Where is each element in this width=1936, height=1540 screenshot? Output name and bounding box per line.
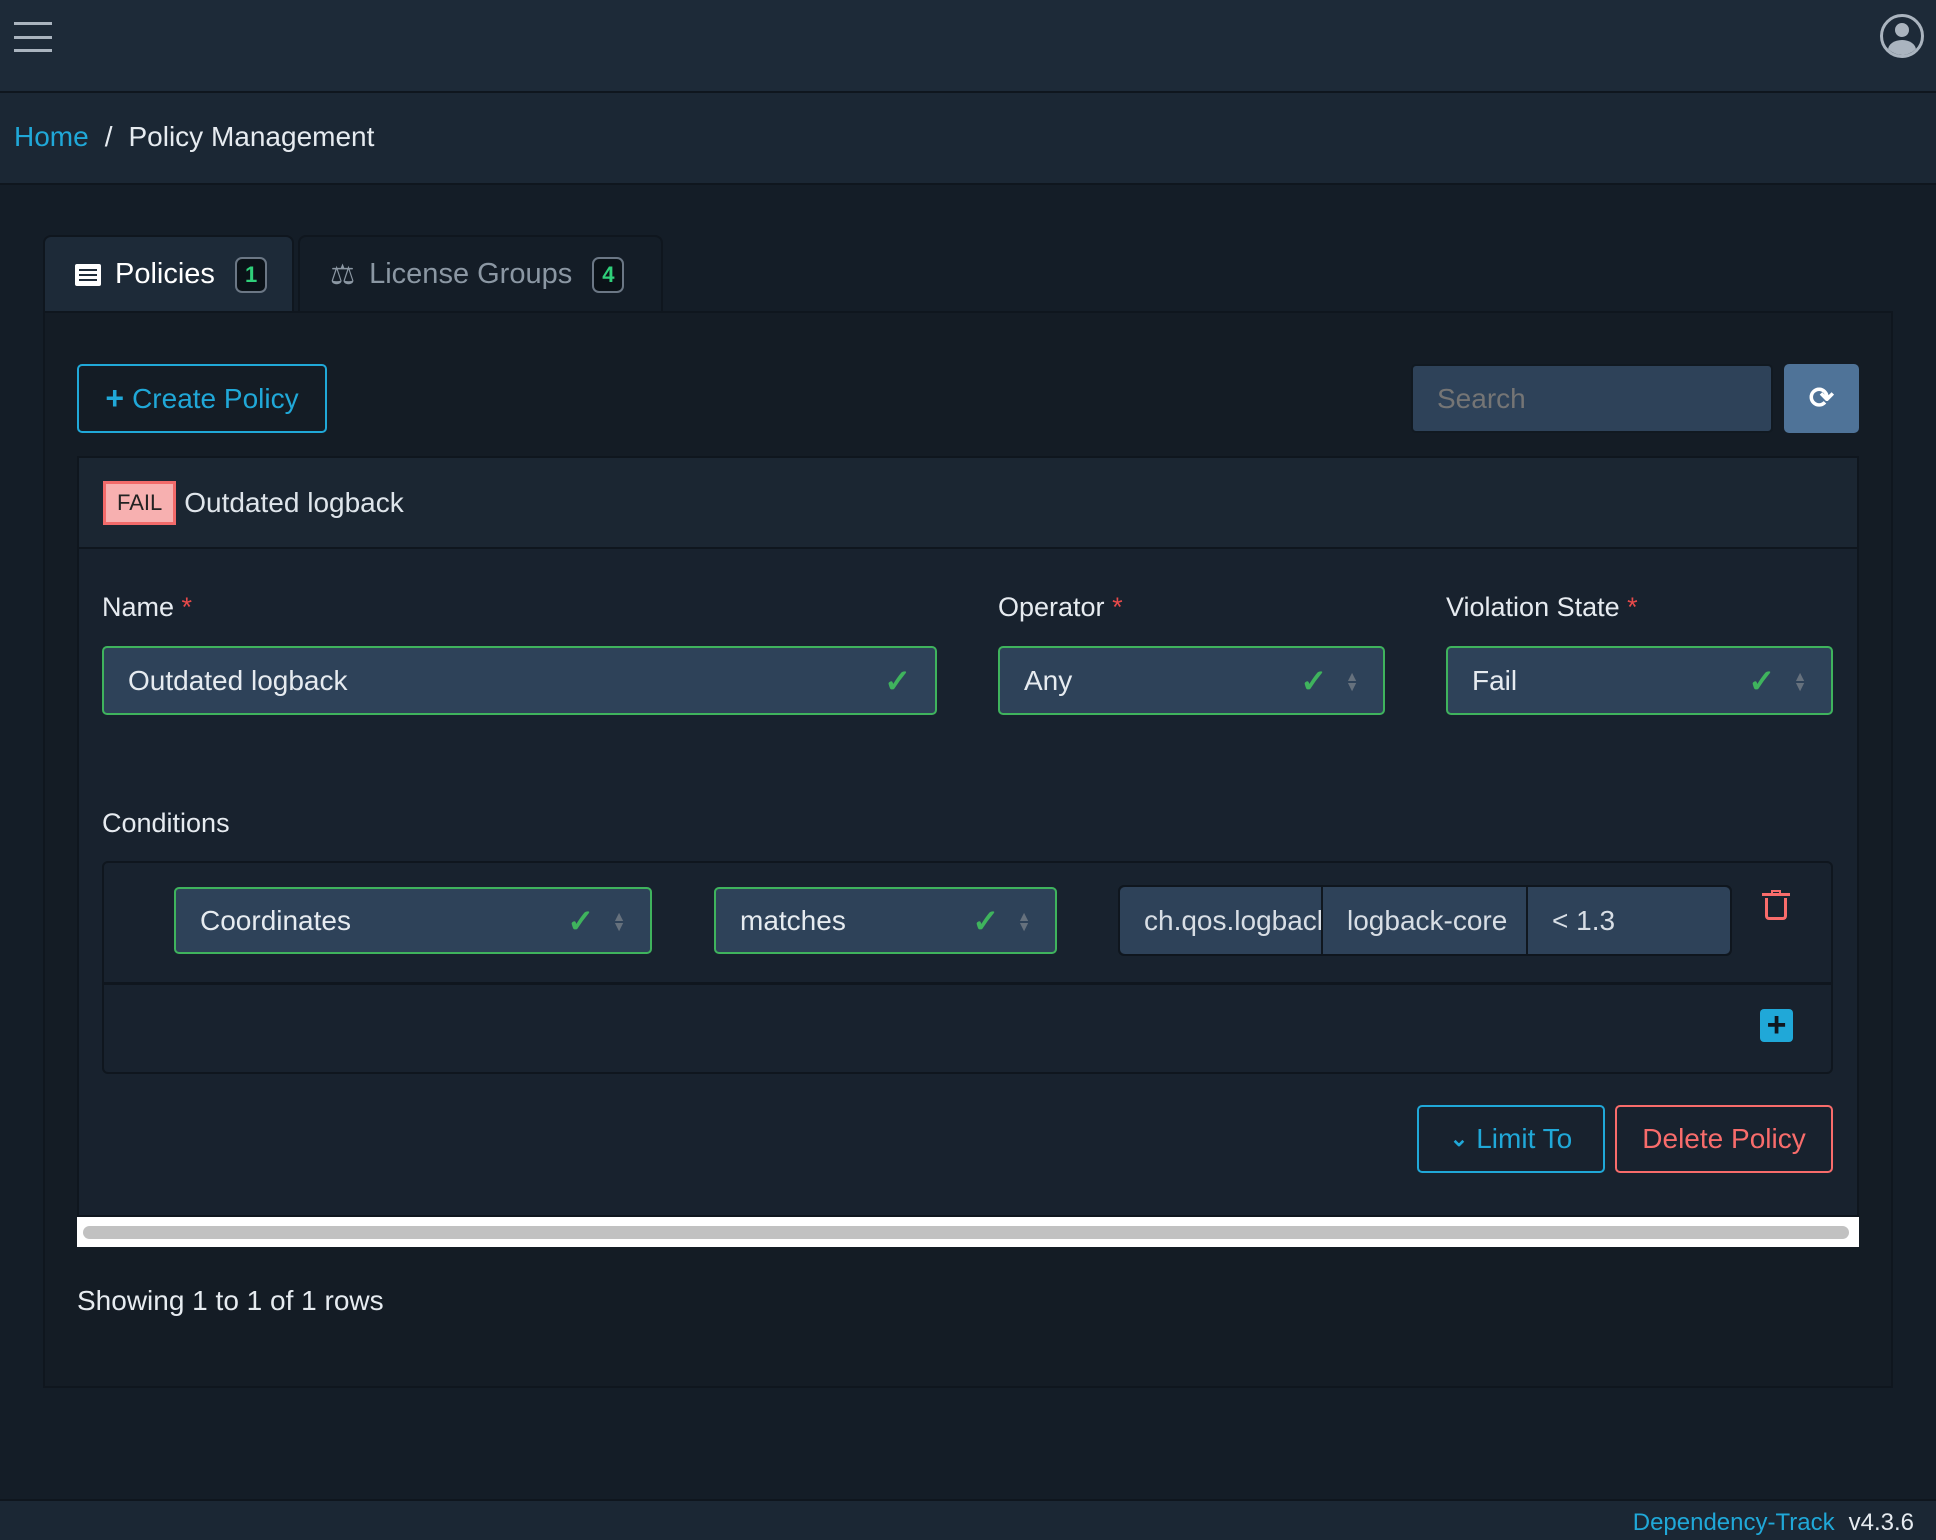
hamburger-menu-icon[interactable]	[14, 22, 52, 52]
condition-operator-value: matches	[740, 904, 846, 936]
conditions-label: Conditions	[102, 808, 230, 838]
tab-label: Policies	[115, 258, 215, 290]
refresh-icon: ⟳	[1808, 382, 1835, 415]
footer: Dependency-Track v4.3.6	[0, 1499, 1936, 1540]
policy-title: Outdated logback	[184, 486, 404, 518]
policy-card-header[interactable]: FAIL Outdated logback	[79, 458, 1857, 549]
tab-label: License Groups	[369, 258, 573, 290]
select-arrows-icon: ▲ ▼	[612, 907, 626, 934]
valid-check-icon: ✓	[1300, 662, 1328, 699]
condition-subject-select[interactable]: Coordinates ✓ ▲ ▼	[174, 887, 652, 954]
policy-card: FAIL Outdated logback	[77, 456, 1859, 1217]
operator-value: Any	[1024, 664, 1073, 696]
plus-icon: +	[105, 380, 125, 416]
top-navbar	[0, 0, 1936, 93]
footer-version: v4.3.6	[1848, 1509, 1914, 1536]
tab-policies[interactable]: Policies 1	[43, 235, 294, 312]
create-policy-label: Create Policy	[132, 382, 299, 414]
limit-to-button[interactable]: ⌄ Limit To	[1417, 1105, 1605, 1173]
breadcrumb-home-link[interactable]: Home	[14, 121, 89, 153]
select-arrows-icon: ▲ ▼	[1017, 907, 1031, 934]
select-arrows-icon: ▲ ▼	[1345, 667, 1359, 694]
horizontal-scrollbar[interactable]	[77, 1217, 1859, 1247]
violation-state-label: Violation State *	[1446, 592, 1638, 622]
coordinates-group-input[interactable]: ch.qos.logback	[1120, 887, 1323, 954]
coordinates-version-input[interactable]: < 1.3	[1528, 887, 1730, 954]
select-arrows-icon: ▲ ▼	[1793, 667, 1807, 694]
pagination-summary: Showing 1 to 1 of 1 rows	[77, 1285, 384, 1316]
tab-license-groups[interactable]: ⚖ License Groups 4	[298, 235, 663, 312]
condition-operator-select[interactable]: matches ✓ ▲ ▼	[714, 887, 1057, 954]
user-avatar-icon[interactable]	[1880, 14, 1924, 58]
create-policy-button[interactable]: + Create Policy	[77, 364, 327, 433]
condition-subject-value: Coordinates	[200, 904, 351, 936]
policy-name-value: Outdated logback	[128, 664, 348, 696]
coordinates-name-input[interactable]: logback-core	[1323, 887, 1528, 954]
delete-policy-label: Delete Policy	[1642, 1123, 1806, 1154]
breadcrumb-current: Policy Management	[128, 121, 375, 152]
valid-check-icon: ✓	[567, 902, 595, 939]
operator-label: Operator *	[998, 592, 1123, 622]
name-label: Name *	[102, 592, 193, 622]
policy-name-input[interactable]: Outdated logback ✓	[102, 646, 937, 715]
chevron-down-icon: ⌄	[1449, 1126, 1469, 1151]
refresh-button[interactable]: ⟳	[1784, 364, 1859, 433]
violation-state-badge: FAIL	[103, 480, 177, 525]
policies-count-badge: 1	[234, 256, 268, 293]
breadcrumb: Home / Policy Management	[0, 93, 1936, 185]
limit-to-label: Limit To	[1476, 1123, 1573, 1154]
balance-scale-icon: ⚖	[330, 259, 356, 290]
violation-state-select[interactable]: Fail ✓ ▲ ▼	[1446, 646, 1833, 715]
license-groups-count-badge: 4	[592, 256, 625, 293]
valid-check-icon: ✓	[972, 902, 1000, 939]
operator-select[interactable]: Any ✓ ▲ ▼	[998, 646, 1385, 715]
add-condition-plus-icon[interactable]: +	[1760, 1008, 1793, 1042]
delete-condition-trash-icon[interactable]	[1762, 890, 1790, 920]
violation-state-value: Fail	[1472, 664, 1518, 696]
valid-check-icon: ✓	[884, 662, 911, 699]
footer-app-link[interactable]: Dependency-Track	[1633, 1509, 1835, 1537]
breadcrumb-separator: /	[104, 121, 113, 152]
valid-check-icon: ✓	[1748, 662, 1776, 699]
search-input[interactable]	[1411, 364, 1773, 433]
list-icon	[75, 263, 101, 286]
scrollbar-thumb[interactable]	[83, 1226, 1849, 1239]
delete-policy-button[interactable]: Delete Policy	[1615, 1105, 1833, 1173]
